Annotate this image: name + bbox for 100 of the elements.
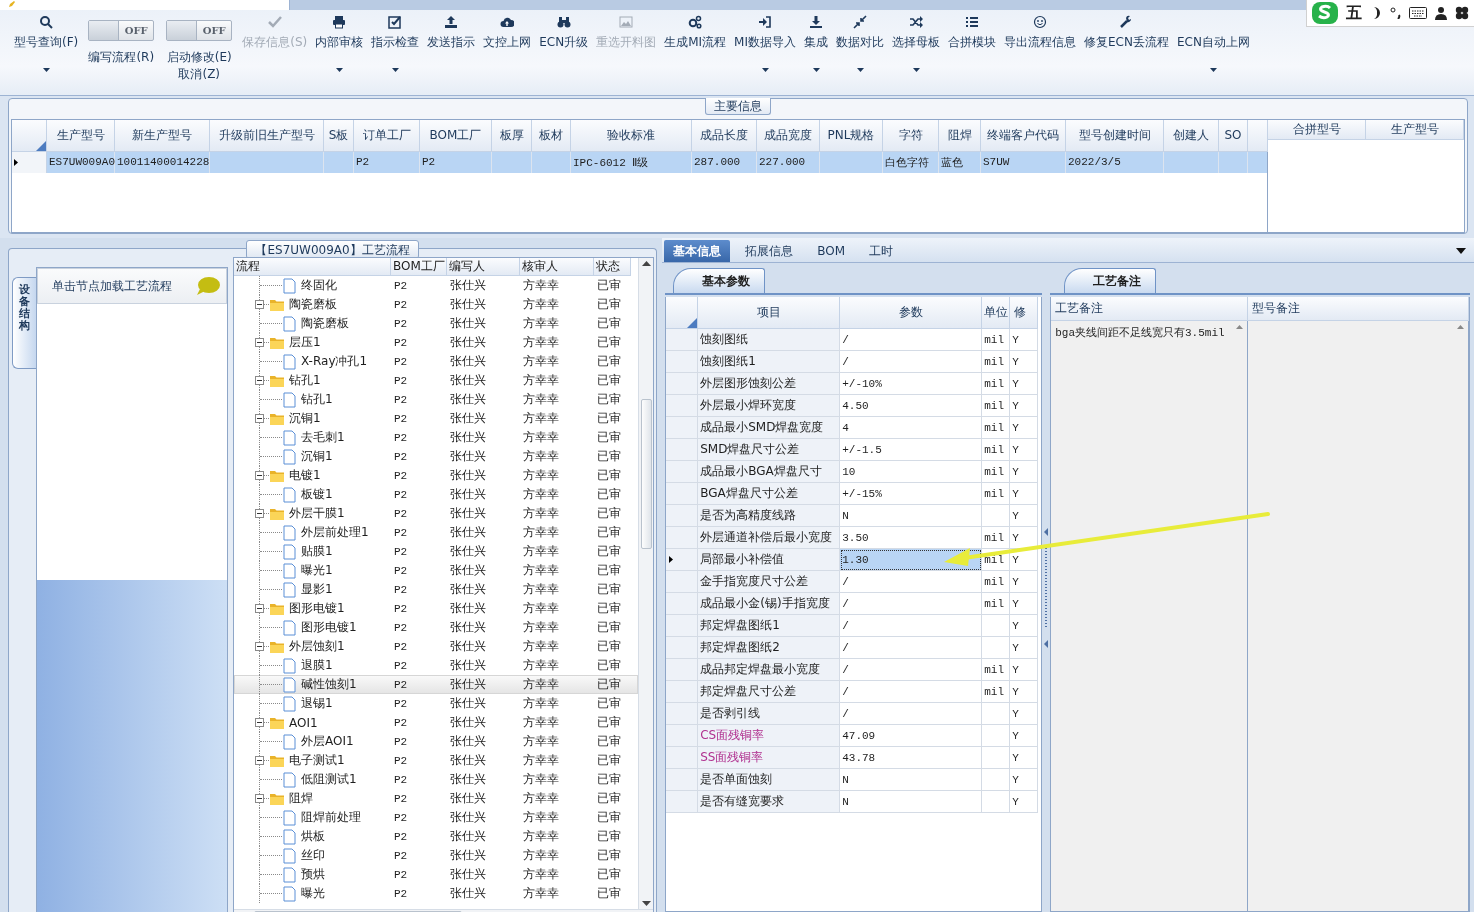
tree-row[interactable]: 沉铜1 P2 张仕兴 方幸幸 已审 <box>234 447 639 466</box>
tree-row[interactable]: 终固化 P2 张仕兴 方幸幸 已审 <box>234 276 639 295</box>
column-header[interactable]: 新生产型号 <box>115 119 210 152</box>
tree-row[interactable]: 沉铜1 P2 张仕兴 方幸幸 已审 <box>234 409 639 428</box>
column-header[interactable]: SO <box>1219 119 1248 152</box>
toggle-switch[interactable]: OFF <box>166 20 233 41</box>
side-tab[interactable]: 设备结构 <box>12 277 36 369</box>
table-cell[interactable]: / <box>840 659 983 681</box>
toolbar-button[interactable]: MI数据导入 <box>730 14 800 88</box>
tree-row[interactable]: 贴膜1 P2 张仕兴 方幸幸 已审 <box>234 542 639 561</box>
panel-tab[interactable]: 基本参数 <box>673 268 766 293</box>
tree-row[interactable]: 退锡1 P2 张仕兴 方幸幸 已审 <box>234 694 639 713</box>
column-header[interactable]: 项目 <box>698 297 841 329</box>
tree-row[interactable]: 陶瓷磨板 P2 张仕兴 方幸幸 已审 <box>234 314 639 333</box>
toolbar-button[interactable]: 选择母板 <box>888 14 944 88</box>
tree-row[interactable]: 图形电镀1 P2 张仕兴 方幸幸 已审 <box>234 599 639 618</box>
tree-node-label[interactable]: 曝光 <box>301 885 325 902</box>
column-header[interactable]: 订单工厂 <box>354 119 420 152</box>
tree-node-label[interactable]: 钻孔1 <box>289 372 321 389</box>
tree-node-label[interactable]: X-Ray冲孔1 <box>301 353 368 370</box>
column-header[interactable]: 核审人 <box>520 258 594 276</box>
tree-row[interactable]: 预烘 P2 张仕兴 方幸幸 已审 <box>234 865 639 884</box>
column-header[interactable]: 合拼型号 <box>1268 119 1366 140</box>
tree-row[interactable]: 板镀1 P2 张仕兴 方幸幸 已审 <box>234 485 639 504</box>
table-cell[interactable]: +/-15% <box>840 483 983 505</box>
toolbar-button[interactable]: 指示检查 <box>367 14 424 88</box>
tree-row[interactable]: 丝印 P2 张仕兴 方幸幸 已审 <box>234 846 639 865</box>
toolbar-button[interactable]: 生成MI流程 <box>660 14 731 88</box>
tree-row[interactable]: X-Ray冲孔1 P2 张仕兴 方幸幸 已审 <box>234 352 639 371</box>
tree-row[interactable]: 电子测试1 P2 张仕兴 方幸幸 已审 <box>234 751 639 770</box>
column-header[interactable]: 生产型号 <box>1366 119 1464 140</box>
tree-row[interactable]: 钻孔1 P2 张仕兴 方幸幸 已审 <box>234 390 639 409</box>
toolbar-button[interactable]: 修复ECN丢流程 <box>1080 14 1173 88</box>
tree-row[interactable]: 碱性蚀刻1 P2 张仕兴 方幸幸 已审 <box>234 675 639 694</box>
table-cell[interactable]: / <box>840 351 983 373</box>
column-header[interactable]: 流程 <box>234 258 391 276</box>
column-header[interactable]: 终端客户代码 <box>981 119 1066 152</box>
toolbar-button[interactable]: 发送指示 <box>423 14 480 88</box>
table-cell[interactable]: / <box>840 615 983 637</box>
column-header[interactable]: 状态 <box>594 258 631 276</box>
table-cell[interactable]: 4.50 <box>840 395 983 417</box>
table-cell[interactable]: 47.09 <box>840 725 983 747</box>
tree-row[interactable]: 电镀1 P2 张仕兴 方幸幸 已审 <box>234 466 639 485</box>
tree-node-label[interactable]: 显影1 <box>301 581 333 598</box>
tree-node-label[interactable]: 沉铜1 <box>289 410 321 427</box>
table-cell[interactable]: 10 <box>840 461 983 483</box>
column-header[interactable]: 型号备注 <box>1248 297 1469 321</box>
panel-tab[interactable]: 工艺备注 <box>1064 268 1157 293</box>
tree-row[interactable]: 低阻测试1 P2 张仕兴 方幸幸 已审 <box>234 770 639 789</box>
tree-row[interactable]: 阻焊 P2 张仕兴 方幸幸 已审 <box>234 789 639 808</box>
toggle-switch[interactable]: OFF <box>88 20 155 41</box>
tree-row[interactable]: 图形电镀1 P2 张仕兴 方幸幸 已审 <box>234 618 639 637</box>
column-header[interactable]: 验收标准 <box>571 119 692 152</box>
tree-node-label[interactable]: 去毛刺1 <box>301 429 345 446</box>
table-cell[interactable]: 1.30 <box>840 549 983 571</box>
table-cell[interactable]: / <box>840 329 983 351</box>
tree-row[interactable]: 显影1 P2 张仕兴 方幸幸 已审 <box>234 580 639 599</box>
tree-node-label[interactable]: 终固化 <box>301 277 337 294</box>
tree-node-label[interactable]: 陶瓷磨板 <box>289 296 337 313</box>
tree-row[interactable]: 去毛刺1 P2 张仕兴 方幸幸 已审 <box>234 428 639 447</box>
table-row[interactable]: ES7UW009A0 10011400014228 P2 P2 IPC-6012 Ⅱ级 287.000 227.000 白色字符 蓝色 S7UW 2022/3/5 <box>12 151 1267 173</box>
tree-row[interactable]: 烘板 P2 张仕兴 方幸幸 已审 <box>234 827 639 846</box>
column-header[interactable]: 修 <box>1010 297 1039 329</box>
table-cell[interactable]: 4 <box>840 417 983 439</box>
tree-node-label[interactable]: 陶瓷磨板 <box>301 315 349 332</box>
tree-row[interactable]: 退膜1 P2 张仕兴 方幸幸 已审 <box>234 656 639 675</box>
tab[interactable]: 工时 <box>860 240 903 262</box>
tree-row[interactable]: 层压1 P2 张仕兴 方幸幸 已审 <box>234 333 639 352</box>
tab[interactable]: 拓展信息 <box>736 240 803 262</box>
tree-node-label[interactable]: 预烘 <box>301 866 325 883</box>
tree-row[interactable]: 外层蚀刻1 P2 张仕兴 方幸幸 已审 <box>234 637 639 656</box>
tree-row[interactable]: 陶瓷磨板 P2 张仕兴 方幸幸 已审 <box>234 295 639 314</box>
table-cell[interactable]: N <box>840 769 983 791</box>
column-header[interactable]: 参数 <box>840 297 983 329</box>
tree-row[interactable]: 曝光 P2 张仕兴 方幸幸 已审 <box>234 884 639 903</box>
tab[interactable]: BOM <box>808 240 855 262</box>
column-header[interactable]: 编写人 <box>447 258 520 276</box>
column-header[interactable]: BOM工厂 <box>391 258 447 276</box>
column-header[interactable]: 创建人 <box>1164 119 1219 152</box>
table-cell[interactable]: N <box>840 791 983 813</box>
tree-node-label[interactable]: 外层干膜1 <box>289 505 345 522</box>
tree-row[interactable]: 外层干膜1 P2 张仕兴 方幸幸 已审 <box>234 504 639 523</box>
column-header[interactable]: 板材 <box>532 119 571 152</box>
tree-node-label[interactable]: 图形电镀1 <box>301 619 357 636</box>
toolbar-button[interactable]: 文控上网 <box>479 14 536 88</box>
toolbar-button[interactable]: 数据对比 <box>832 14 888 88</box>
tree-node-label[interactable]: 图形电镀1 <box>289 600 345 617</box>
scroll-thumb[interactable] <box>640 398 652 549</box>
toolbar-button[interactable]: 集成 <box>800 14 832 88</box>
table-cell[interactable]: +/-10% <box>840 373 983 395</box>
tree-row[interactable]: 曝光1 P2 张仕兴 方幸幸 已审 <box>234 561 639 580</box>
tree-node-label[interactable]: 碱性蚀刻1 <box>301 676 357 693</box>
tree-node-label[interactable]: 钻孔1 <box>301 391 333 408</box>
column-header[interactable]: 字符 <box>883 119 939 152</box>
tree-node-label[interactable]: 板镀1 <box>301 486 333 503</box>
tree-row[interactable]: 外层AOI1 P2 张仕兴 方幸幸 已审 <box>234 732 639 751</box>
tree-node-label[interactable]: 层压1 <box>289 334 321 351</box>
tree-row[interactable]: AOI1 P2 张仕兴 方幸幸 已审 <box>234 713 639 732</box>
toolbar-button[interactable]: ECN自动上网 <box>1172 14 1254 88</box>
column-header[interactable]: 成品长度 <box>692 119 757 152</box>
